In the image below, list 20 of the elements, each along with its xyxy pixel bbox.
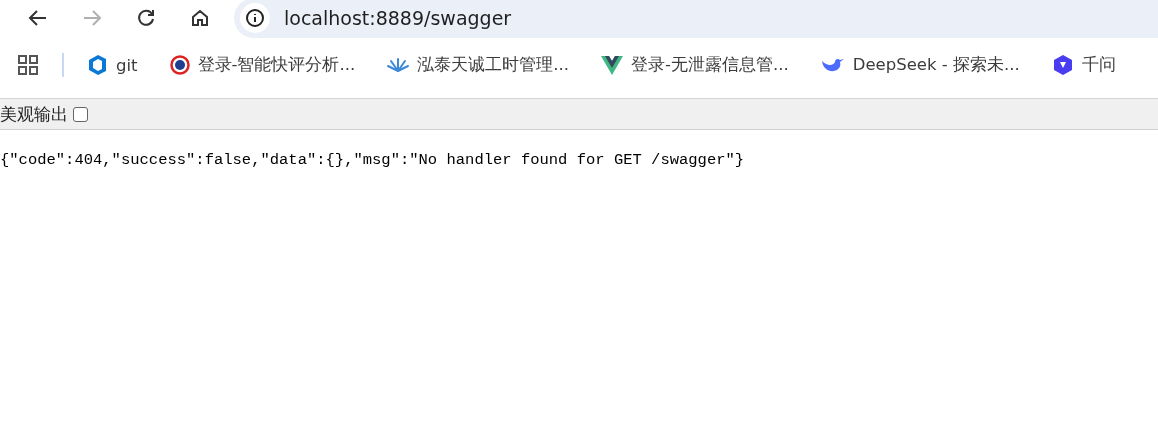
home-icon — [190, 8, 210, 28]
bookmark[interactable]: 千问 — [1051, 54, 1116, 76]
back-arrow-icon — [28, 8, 48, 28]
forward-arrow-icon — [82, 8, 102, 28]
apps-grid-icon[interactable] — [18, 55, 38, 75]
bookmark[interactable]: 登录-智能快评分析... — [169, 54, 356, 76]
bookmark[interactable]: 泓泰天诚工时管理... — [387, 54, 569, 76]
info-icon[interactable] — [240, 3, 270, 33]
leaf-fan-icon — [387, 57, 410, 73]
bookmark[interactable]: DeepSeek - 探索未... — [820, 54, 1020, 76]
bookmark[interactable]: git — [86, 54, 138, 76]
circle-logo-icon — [169, 55, 190, 75]
v-logo-icon — [601, 55, 623, 75]
reload-icon — [136, 8, 156, 28]
address-bar[interactable]: localhost:8889/swagger — [234, 0, 1158, 38]
pretty-print-checkbox[interactable] — [73, 106, 88, 122]
bookmark[interactable]: 登录-无泄露信息管... — [601, 54, 789, 76]
json-response: {"code":404,"success":false,"data":{},"msg":"No handler found for GET /swagger"} — [0, 151, 746, 169]
hexagon-logo-icon — [1051, 54, 1074, 76]
pretty-print-label: 美观输出 — [0, 103, 68, 126]
